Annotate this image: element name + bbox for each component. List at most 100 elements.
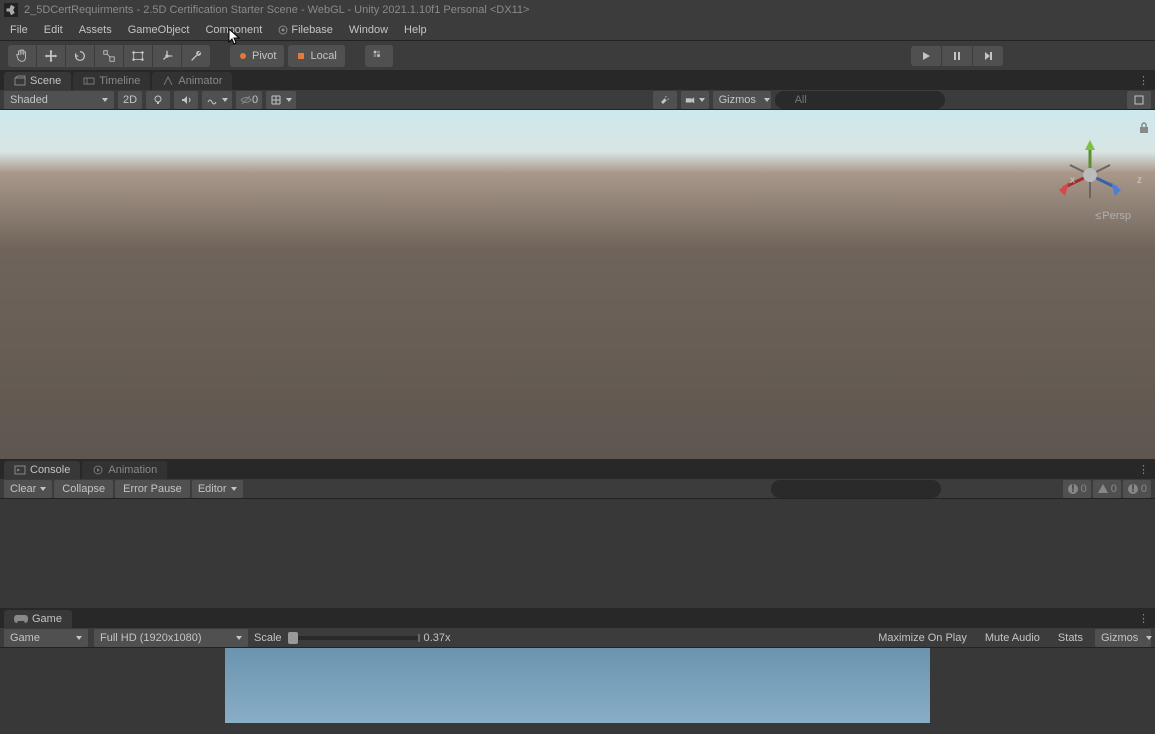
warning-count-badge[interactable]: 0 — [1093, 480, 1121, 498]
camera-dropdown[interactable] — [681, 91, 709, 109]
collapse-button[interactable]: Collapse — [54, 480, 113, 498]
animator-icon — [162, 75, 174, 87]
gizmos-dropdown[interactable]: Gizmos — [713, 91, 771, 109]
custom-tool-button[interactable] — [182, 45, 210, 67]
game-view[interactable] — [0, 648, 1155, 723]
maximize-on-play-toggle[interactable]: Maximize On Play — [872, 632, 973, 644]
dropdown-arrow-icon — [236, 636, 242, 640]
resolution-dropdown[interactable]: Full HD (1920x1080) — [94, 629, 248, 647]
window-title: 2_5DCertRequirments - 2.5D Certification… — [24, 4, 529, 16]
info-count: 0 — [1081, 483, 1087, 495]
audio-toggle-button[interactable] — [174, 91, 198, 109]
timeline-icon — [83, 75, 95, 87]
tab-scene[interactable]: Scene — [4, 72, 71, 90]
rotate-tool-button[interactable] — [66, 45, 94, 67]
menu-gameobject[interactable]: GameObject — [120, 22, 198, 38]
menu-file[interactable]: File — [2, 22, 36, 38]
tab-animation[interactable]: Animation — [82, 461, 167, 479]
speaker-icon — [180, 94, 192, 106]
2d-toggle-button[interactable]: 2D — [118, 91, 142, 109]
play-button[interactable] — [911, 46, 941, 66]
scene-search-wrap — [775, 91, 1123, 109]
error-icon: ! — [1127, 483, 1139, 495]
transform-tool-button[interactable] — [153, 45, 181, 67]
warning-count: 0 — [1111, 483, 1117, 495]
move-tool-button[interactable] — [37, 45, 65, 67]
scene-visibility-button[interactable] — [1127, 91, 1151, 109]
game-gizmos-dropdown[interactable]: Gizmos — [1095, 629, 1151, 647]
lock-icon[interactable] — [1139, 122, 1149, 134]
editor-dropdown[interactable]: Editor — [192, 480, 243, 498]
error-count-badge[interactable]: ! 0 — [1123, 480, 1151, 498]
effects-dropdown[interactable] — [202, 91, 232, 109]
camera-icon — [685, 94, 695, 106]
error-pause-button[interactable]: Error Pause — [115, 480, 190, 498]
game-sky — [225, 648, 930, 723]
local-label: Local — [310, 50, 336, 62]
orientation-gizmo[interactable] — [1045, 130, 1135, 220]
shading-mode-dropdown[interactable]: Shaded — [4, 91, 114, 109]
game-tab-menu-icon[interactable]: ⋮ — [1138, 612, 1149, 625]
menu-assets[interactable]: Assets — [71, 22, 120, 38]
animation-icon — [92, 464, 104, 476]
scene-tools-button[interactable] — [653, 91, 677, 109]
game-toolbar: Game Full HD (1920x1080) Scale 0.37x Max… — [0, 628, 1155, 648]
console-search-input[interactable] — [771, 480, 941, 498]
info-count-badge[interactable]: ! 0 — [1063, 480, 1091, 498]
rect-tool-button[interactable] — [124, 45, 152, 67]
pivot-button[interactable]: Pivot — [230, 45, 284, 67]
console-tab-bar: Console Animation ⋮ — [0, 459, 1155, 479]
menu-component[interactable]: Component — [197, 22, 270, 38]
console-tab-menu-icon[interactable]: ⋮ — [1138, 463, 1149, 476]
scene-view[interactable]: x z ≤ Persp — [0, 110, 1155, 459]
clear-button[interactable]: Clear — [4, 480, 52, 498]
effects-icon — [206, 94, 218, 106]
menu-window[interactable]: Window — [341, 22, 396, 38]
mute-audio-toggle[interactable]: Mute Audio — [979, 632, 1046, 644]
display-dropdown[interactable]: Game — [4, 629, 88, 647]
axis-x-label: x — [1070, 175, 1075, 186]
stats-toggle[interactable]: Stats — [1052, 632, 1089, 644]
lightbulb-icon — [152, 94, 164, 106]
scale-tool-button[interactable] — [95, 45, 123, 67]
wrench-icon — [659, 94, 671, 106]
tab-animator-label: Animator — [178, 75, 222, 87]
grid-icon — [270, 94, 282, 106]
tab-game[interactable]: Game — [4, 610, 72, 628]
hand-tool-button[interactable] — [8, 45, 36, 67]
dropdown-arrow-icon — [1146, 636, 1152, 640]
scale-value: 0.37x — [424, 632, 451, 644]
scale-slider[interactable] — [288, 636, 418, 640]
warning-icon — [1097, 483, 1109, 495]
main-toolbar: Pivot Local — [0, 40, 1155, 70]
pivot-label: Pivot — [252, 50, 276, 62]
console-body — [0, 499, 1155, 608]
dropdown-arrow-icon — [76, 636, 82, 640]
lighting-toggle-button[interactable] — [146, 91, 170, 109]
filebase-icon — [278, 25, 288, 35]
menu-edit[interactable]: Edit — [36, 22, 71, 38]
menu-filebase[interactable]: Filebase — [270, 22, 341, 38]
scene-icon — [14, 75, 26, 87]
local-button[interactable]: Local — [288, 45, 344, 67]
snap-button[interactable] — [365, 45, 393, 67]
dropdown-arrow-icon — [40, 487, 46, 491]
tab-timeline[interactable]: Timeline — [73, 72, 150, 90]
slider-thumb[interactable] — [288, 632, 298, 644]
tab-context-menu-icon[interactable]: ⋮ — [1138, 74, 1149, 87]
tab-animation-label: Animation — [108, 464, 157, 476]
grid-dropdown[interactable] — [266, 91, 296, 109]
pivot-icon — [238, 51, 248, 61]
tab-console[interactable]: Console — [4, 461, 80, 479]
svg-text:!: ! — [1131, 483, 1135, 495]
gamepad-icon — [14, 614, 28, 624]
hidden-objects-button[interactable]: 0 — [236, 91, 262, 109]
scene-tab-bar: Scene Timeline Animator ⋮ — [0, 70, 1155, 90]
pause-button[interactable] — [942, 46, 972, 66]
menu-help[interactable]: Help — [396, 22, 435, 38]
scene-search-input[interactable] — [775, 91, 945, 109]
dropdown-arrow-icon — [231, 487, 237, 491]
tab-animator[interactable]: Animator — [152, 72, 232, 90]
step-button[interactable] — [973, 46, 1003, 66]
perspective-label[interactable]: ≤ Persp — [1095, 210, 1131, 222]
